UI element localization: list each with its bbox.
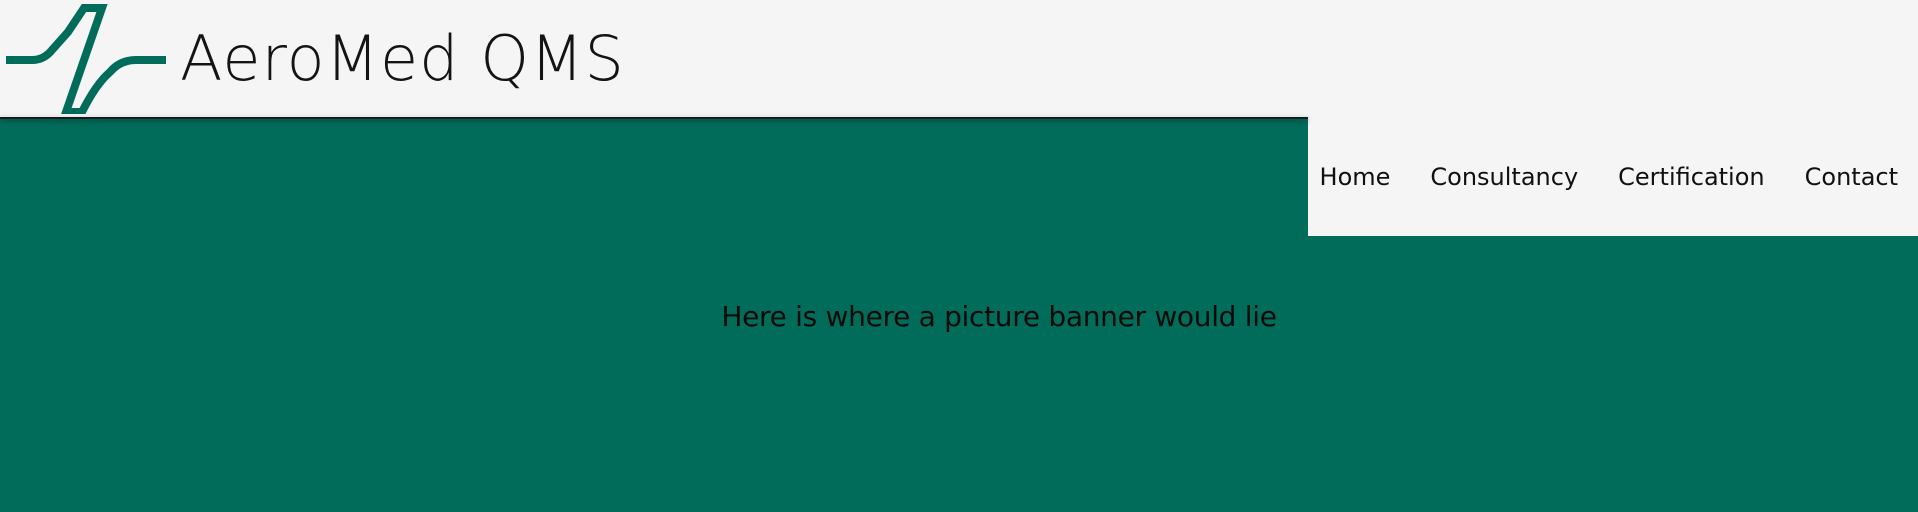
ekg-pulse-icon [6,4,166,114]
nav-certification-link[interactable]: Certification [1618,163,1764,191]
header-divider [0,117,1308,119]
site-title: AeroMed QMS [180,22,625,95]
nav-home-link[interactable]: Home [1320,163,1391,191]
page: AeroMed QMS Home Consultancy Certificati… [0,0,1918,512]
nav-consultancy-link[interactable]: Consultancy [1430,163,1578,191]
nav-contact-link[interactable]: Contact [1805,163,1898,191]
site-logo[interactable]: AeroMed QMS [6,4,625,114]
main-navigation: Home Consultancy Certification Contact [1308,117,1918,236]
site-header: AeroMed QMS [0,0,1918,117]
banner-placeholder-text: Here is where a picture banner would lie [721,300,1277,333]
